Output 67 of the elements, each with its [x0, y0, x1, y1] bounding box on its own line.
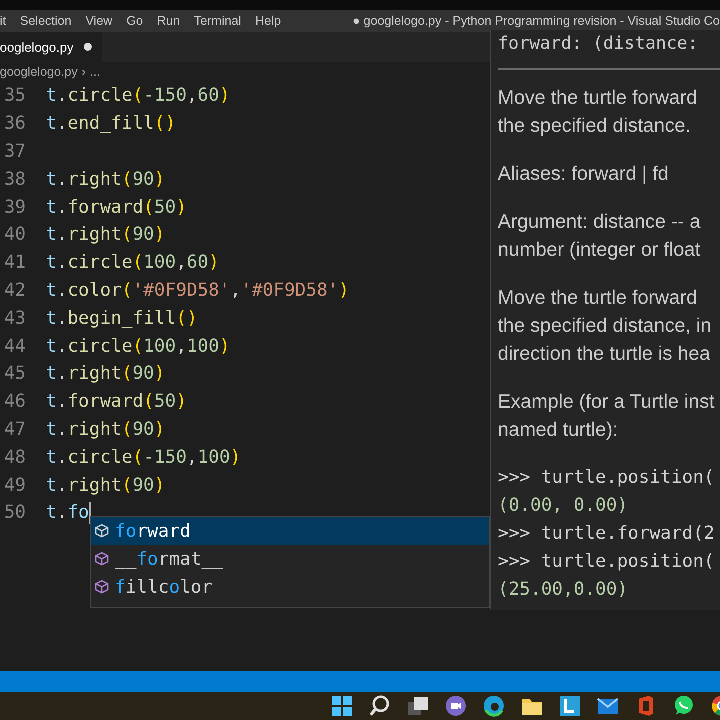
window-title: ● googlelogo.py - Python Programming revision - Visual Studio Co — [352, 14, 720, 28]
line-number: 49 — [3, 474, 26, 496]
code-line: t.forward(50) — [46, 196, 187, 218]
menu-item[interactable]: Go — [120, 14, 150, 28]
line-number: 45 — [3, 363, 26, 384]
browser-icon[interactable] — [482, 694, 506, 718]
code-line: t.right(90) — [46, 474, 166, 496]
code-line: t.right(90) — [46, 224, 166, 246]
code-line: t.end_fill() — [46, 113, 176, 134]
code-line: t.right(90) — [46, 363, 166, 384]
task-view-icon[interactable] — [406, 694, 430, 718]
example-code-line: (0.00, 0.00) — [498, 494, 630, 518]
menu-item[interactable]: it — [0, 14, 14, 28]
line-number: 40 — [3, 224, 26, 246]
file-tab[interactable]: ooglelogo.py — [0, 32, 102, 62]
windows-icon[interactable] — [330, 694, 354, 718]
example-code-line: >>> turtle.forward(2 — [498, 522, 716, 546]
line-number: 38 — [3, 168, 26, 190]
suggestion-item[interactable]: fo rward — [91, 517, 489, 545]
line-number: 35 — [3, 85, 26, 106]
line-number: 50 — [3, 502, 26, 524]
letter-l-icon[interactable] — [558, 694, 582, 718]
example-code-line: (25.00,0.00) — [498, 578, 630, 602]
code-line: t.circle(100,60) — [46, 252, 220, 274]
cube-icon — [95, 524, 109, 538]
line-number: 48 — [3, 446, 26, 468]
chat-bubble-icon[interactable] — [672, 694, 696, 718]
suggestion-item[interactable]: __fo rmat__ — [91, 545, 489, 573]
signature-text: forward: (distance: — [498, 33, 700, 56]
menu-item[interactable]: Help — [248, 14, 288, 28]
code-line: t.right(90) — [46, 418, 166, 440]
code-line: t.forward(50) — [46, 391, 187, 412]
menu-item[interactable]: Terminal — [187, 14, 248, 28]
breadcrumb-item[interactable]: ... — [90, 65, 100, 79]
suggestion-item[interactable]: fillcolor — [91, 573, 489, 601]
line-number: 39 — [3, 196, 26, 218]
code-line: t.color('#0F9D58','#0F9D58') — [46, 280, 350, 301]
line-number: 36 — [3, 113, 26, 134]
video-chat-icon[interactable] — [444, 694, 468, 718]
line-number: 44 — [3, 336, 26, 357]
example-code-line: >>> turtle.position( — [498, 466, 716, 490]
line-number: 47 — [3, 418, 26, 440]
line-number: 43 — [3, 308, 26, 329]
cube-icon — [95, 580, 109, 594]
breadcrumb-separator: › — [82, 65, 86, 79]
menu-item[interactable]: Selection — [13, 14, 79, 28]
breadcrumb-item[interactable]: googlelogo.py — [0, 65, 78, 79]
code-line: t.circle(-150,60) — [46, 85, 230, 106]
cube-icon — [95, 552, 109, 566]
doc-paragraph: Argument: distance -- a number (integer or float — [498, 210, 702, 263]
doc-paragraph: Move the turtle forward the specified distance. — [498, 86, 698, 139]
code-line: t.circle(-150,100) — [46, 446, 242, 468]
example-code-line: >>> turtle.position( — [498, 550, 716, 574]
doc-paragraph: Aliases: forward | fd — [498, 162, 670, 187]
line-number: 41 — [3, 252, 26, 274]
menu-item[interactable]: Run — [150, 14, 188, 28]
doc-paragraph: Example (for a Turtle inst named turtle): — [498, 390, 716, 443]
line-number: 37 — [3, 140, 26, 162]
search-icon[interactable] — [368, 694, 392, 718]
line-number: 46 — [3, 391, 26, 412]
menu-item[interactable]: View — [78, 14, 120, 28]
doc-paragraph: Move the turtle forward the specified distance, in direction the turtle is hea — [498, 286, 713, 367]
code-line: t.fo — [46, 502, 90, 524]
code-line: t.begin_fill() — [46, 308, 198, 329]
code-line: t.right(90) — [46, 168, 166, 190]
line-number: 42 — [3, 280, 26, 301]
code-line: t.circle(100,100) — [46, 336, 230, 357]
